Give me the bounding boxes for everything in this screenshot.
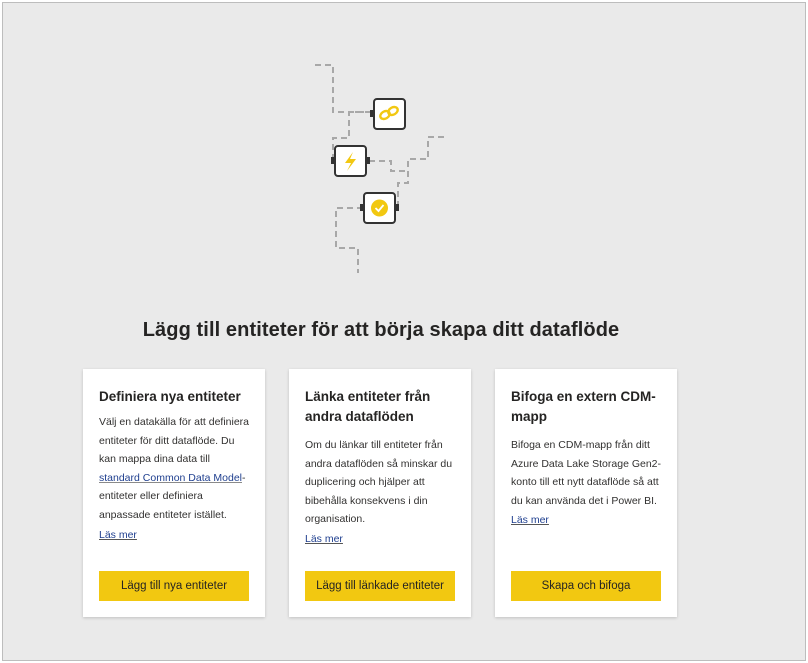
- dataflow-illustration: [315, 64, 444, 273]
- card-description-text: Välj en datakälla för att definiera enti…: [99, 416, 250, 466]
- attach-cdm-folder-card: Bifoga en extern CDM-mapp Bifoga en CDM-…: [495, 369, 677, 617]
- add-new-entities-button[interactable]: Lägg till nya entiteter: [99, 571, 249, 601]
- certified-badge-icon: [360, 192, 399, 224]
- page-title: Lägg till entiteter för att börja skapa …: [142, 319, 620, 341]
- learn-more-link[interactable]: Läs mer: [511, 514, 549, 526]
- add-linked-entities-button[interactable]: Lägg till länkade entiteter: [305, 571, 455, 601]
- define-new-entities-card: Definiera nya entiteter Välj en datakäll…: [83, 369, 265, 617]
- card-title: Bifoga en extern CDM-mapp: [511, 389, 656, 424]
- card-description: Bifoga en CDM-mapp från ditt Azure Data …: [511, 439, 662, 507]
- card-title: Definiera nya entiteter: [99, 389, 241, 404]
- link-entities-card: Länka entiteter från andra dataflöden Om…: [289, 369, 471, 617]
- cdm-standard-link[interactable]: standard Common Data Model: [99, 472, 242, 484]
- link-icon: [370, 98, 406, 130]
- card-description: Om du länkar till entiteter från andra d…: [305, 439, 453, 526]
- create-and-attach-button[interactable]: Skapa och bifoga: [511, 571, 661, 601]
- lightning-icon: [331, 145, 370, 177]
- learn-more-link[interactable]: Läs mer: [305, 533, 343, 545]
- card-description: Välj en datakälla för att definiera enti…: [99, 413, 249, 525]
- card-title: Länka entiteter från andra dataflöden: [305, 389, 431, 424]
- learn-more-link[interactable]: Läs mer: [99, 529, 137, 541]
- dataflow-start-panel: Lägg till entiteter för att börja skapa …: [2, 2, 806, 661]
